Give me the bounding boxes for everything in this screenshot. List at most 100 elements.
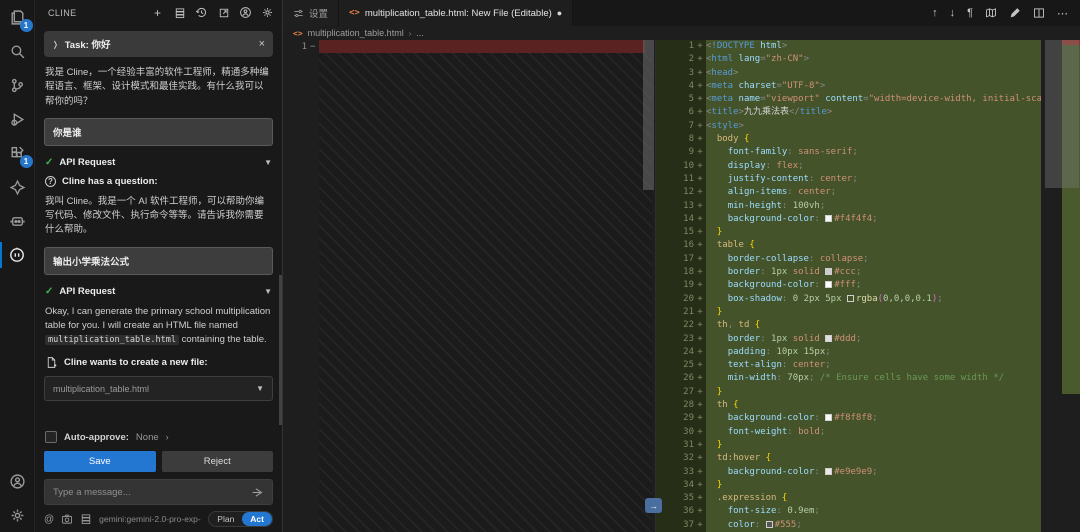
code-line: 26 + min-width: 70px; /* Ensure cells hav…	[656, 372, 1041, 386]
code-line: 28 + th {	[656, 399, 1041, 413]
run-debug-icon[interactable]	[0, 102, 35, 136]
code-line: 13 + min-height: 100vh;	[656, 199, 1041, 213]
diff-added-lines: 1 + <!DOCTYPE html> 2 + <html lang="zh-CN"> 3 +…	[656, 40, 1041, 532]
edit-pencil-icon[interactable]	[1009, 7, 1021, 19]
mention-icon[interactable]: @	[44, 514, 54, 525]
auto-approve-row[interactable]: Auto-approve: None ›	[45, 431, 272, 443]
extensions-icon[interactable]: 1	[0, 136, 35, 170]
code-line: 15 + }	[656, 226, 1041, 240]
account-icon[interactable]	[0, 464, 35, 498]
color-swatch	[825, 334, 833, 342]
tab-settings[interactable]: 设置	[283, 0, 340, 26]
ai-extension-icon[interactable]	[0, 170, 35, 204]
explorer-icon[interactable]: 1	[0, 0, 35, 34]
code-line: 25 + text-align: center;	[656, 359, 1041, 373]
sidebar-scrollbar[interactable]	[279, 275, 282, 425]
model-name[interactable]: gemini:gemini-2.0-pro-exp-02-05	[99, 514, 201, 524]
check-icon: ✓	[45, 156, 54, 168]
chevron-down-icon[interactable]: ▼	[264, 158, 272, 167]
task-close-icon[interactable]: ×	[259, 38, 265, 50]
editor-actions: ↑ ↓ ¶ ⋯	[932, 0, 1080, 26]
code-line: 27 + }	[656, 385, 1041, 400]
cline-icon[interactable]	[0, 238, 35, 272]
revert-block-arrow-icon[interactable]: →	[645, 498, 662, 513]
api-request-row[interactable]: ✓ API Request ▼	[45, 157, 272, 168]
color-swatch	[765, 520, 773, 528]
deleted-line: 1−	[283, 40, 655, 54]
code-line: 31 + }	[656, 438, 1041, 453]
code-line: 34 + }	[656, 478, 1041, 493]
modified-dot[interactable]: ●	[557, 8, 562, 18]
code-line: 35 + .expression {	[656, 492, 1041, 506]
robot-face-icon[interactable]	[0, 204, 35, 238]
code-line: 32 + td:hover {	[656, 452, 1041, 466]
new-task-icon[interactable]: +	[151, 6, 164, 20]
left-scrollbar-thumb[interactable]	[643, 40, 654, 190]
act-toggle[interactable]: Act	[242, 512, 272, 526]
next-change-icon[interactable]: ↓	[950, 7, 956, 19]
sliders-icon	[294, 9, 303, 17]
settings-gear-icon[interactable]	[0, 498, 35, 532]
diff-editor: 1− 1 + <!DOCTYPE html> 2 + <html lang="zh-CN"…	[283, 40, 1080, 532]
panel-settings-icon[interactable]	[261, 6, 274, 19]
split-editor-icon[interactable]	[1033, 7, 1045, 19]
send-icon[interactable]	[251, 486, 264, 499]
open-in-editor-icon[interactable]	[217, 6, 230, 19]
diff-empty-region	[319, 53, 652, 532]
diff-original-pane[interactable]: 1−	[283, 40, 655, 532]
color-swatch	[846, 294, 854, 302]
code-line: 19 + background-color: #fff;	[656, 279, 1041, 293]
code-line: 21 + }	[656, 305, 1041, 320]
message-input[interactable]: Type a message...	[44, 479, 273, 505]
code-line: 36 + font-size: 0.9em;	[656, 505, 1041, 519]
chevron-down-icon[interactable]: ▼	[264, 287, 272, 296]
source-control-icon[interactable]	[0, 68, 35, 102]
code-line: 12 + align-items: center;	[656, 186, 1041, 200]
auto-approve-checkbox[interactable]	[45, 431, 57, 443]
task-expand-chevron[interactable]: ❭	[52, 40, 59, 49]
cline-sidebar: CLINE + ❭ Task: 你好 × 我是 Cline，一个经验丰富的软件工…	[35, 0, 283, 532]
more-actions-icon[interactable]: ⋯	[1057, 7, 1068, 20]
auto-approve-value: None	[135, 431, 159, 443]
tab-diff-file[interactable]: <> multiplication_table.html: New File (…	[339, 0, 574, 26]
chevron-down-icon: ▼	[256, 384, 264, 394]
color-swatch	[825, 268, 833, 276]
save-button[interactable]: Save	[44, 451, 156, 472]
color-swatch	[825, 281, 833, 289]
assistant-response-text: Okay, I can generate the primary school …	[45, 305, 271, 345]
task-card[interactable]: ❭ Task: 你好 ×	[44, 31, 273, 57]
code-line: 4 + <meta charset="UTF-8">	[656, 79, 1041, 94]
new-file-name: multiplication_table.html	[53, 383, 150, 394]
activity-bar: 1 1	[0, 0, 35, 532]
breadcrumb[interactable]: <> multiplication_table.html › ...	[283, 26, 1080, 40]
check-icon: ✓	[45, 285, 54, 297]
mcp-servers-icon[interactable]	[173, 6, 186, 19]
question-row: ? Cline has a question:	[45, 175, 272, 187]
diff-modified-pane[interactable]: 1 + <!DOCTYPE html> 2 + <html lang="zh-CN"> 3 +…	[655, 40, 1080, 532]
previous-change-icon[interactable]: ↑	[932, 7, 938, 19]
new-file-dropdown[interactable]: multiplication_table.html ▼	[44, 376, 273, 402]
search-icon[interactable]	[0, 34, 35, 68]
message-placeholder: Type a message...	[53, 486, 131, 498]
open-changes-icon[interactable]	[985, 7, 997, 19]
account-icon[interactable]	[239, 6, 252, 19]
right-scrollbar-thumb[interactable]	[1045, 40, 1079, 188]
reject-button[interactable]: Reject	[161, 451, 273, 472]
screenshot-icon[interactable]	[61, 513, 73, 525]
mcp-icon[interactable]	[80, 513, 92, 525]
code-line: 11 + justify-content: center;	[656, 172, 1041, 187]
html-file-icon: <>	[293, 28, 303, 38]
plan-toggle[interactable]: Plan	[209, 512, 242, 526]
api-request-row[interactable]: ✓ API Request ▼	[45, 286, 272, 297]
code-line: 24 + padding: 10px 15px;	[656, 345, 1041, 360]
code-line: 2 + <html lang="zh-CN">	[656, 53, 1041, 67]
auto-approve-chevron[interactable]: ›	[166, 432, 169, 442]
color-swatch	[825, 214, 833, 222]
question-label: Cline has a question:	[62, 175, 158, 187]
history-icon[interactable]	[195, 6, 208, 19]
code-line: 10 + display: flex;	[656, 159, 1041, 173]
color-swatch	[825, 414, 833, 422]
code-line: 18 + border: 1px solid #ccc;	[656, 266, 1041, 280]
new-file-row: Cline wants to create a new file:	[45, 356, 272, 369]
whitespace-icon[interactable]: ¶	[967, 7, 973, 19]
